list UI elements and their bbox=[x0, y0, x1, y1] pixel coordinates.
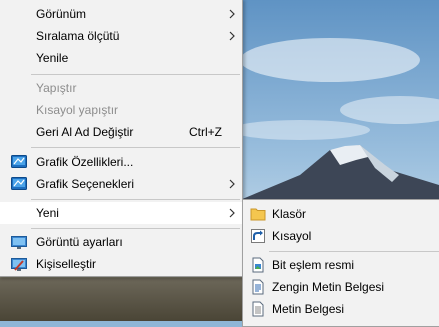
text-document-icon bbox=[252, 301, 264, 317]
chevron-right-icon bbox=[229, 179, 235, 189]
submenu-item-label: Bit eşlem resmi bbox=[272, 258, 355, 272]
submenu-item-label: Metin Belgesi bbox=[272, 302, 345, 316]
chevron-right-icon bbox=[229, 208, 235, 218]
desktop-context-menu: Görünüm Sıralama ölçütü Yenile Yapıştır … bbox=[0, 0, 243, 277]
intel-graphics-icon bbox=[11, 155, 27, 168]
menu-item-label: Kişiselleştir bbox=[36, 257, 97, 271]
submenu-item-text-document[interactable]: Metin Belgesi bbox=[243, 298, 439, 320]
shortcut-arrow-icon bbox=[251, 229, 265, 243]
menu-item-new[interactable]: Yeni bbox=[0, 202, 242, 224]
menu-item-label: Görüntü ayarları bbox=[36, 235, 123, 249]
menu-separator bbox=[31, 228, 240, 229]
menu-item-sort-by[interactable]: Sıralama ölçütü bbox=[0, 25, 242, 47]
chevron-right-icon bbox=[229, 31, 235, 41]
submenu-item-bitmap-image[interactable]: Bit eşlem resmi bbox=[243, 254, 439, 276]
submenu-item-rich-text-document[interactable]: Zengin Metin Belgesi bbox=[243, 276, 439, 298]
menu-separator bbox=[31, 74, 240, 75]
menu-item-label: Yapıştır bbox=[36, 81, 77, 95]
submenu-item-folder[interactable]: Klasör bbox=[243, 203, 439, 225]
folder-icon bbox=[250, 208, 266, 221]
menu-separator bbox=[269, 251, 439, 252]
menu-item-shortcut: Ctrl+Z bbox=[189, 125, 222, 139]
menu-item-label: Geri Al Ad Değiştir bbox=[36, 125, 134, 139]
display-settings-icon bbox=[11, 236, 27, 249]
menu-item-graphics-properties[interactable]: Grafik Özellikleri... bbox=[0, 151, 242, 173]
menu-item-personalize[interactable]: Kişiselleştir bbox=[0, 253, 242, 275]
menu-item-display-settings[interactable]: Görüntü ayarları bbox=[0, 231, 242, 253]
menu-item-view[interactable]: Görünüm bbox=[0, 3, 242, 25]
intel-graphics-icon bbox=[11, 177, 27, 190]
menu-item-graphics-options[interactable]: Grafik Seçenekleri bbox=[0, 173, 242, 195]
menu-item-label: Yenile bbox=[36, 51, 69, 65]
menu-item-undo-rename[interactable]: Geri Al Ad Değiştir Ctrl+Z bbox=[0, 121, 242, 143]
submenu-item-label: Klasör bbox=[272, 207, 307, 221]
menu-item-paste-shortcut[interactable]: Kısayol yapıştır bbox=[0, 99, 242, 121]
menu-item-label: Grafik Özellikleri... bbox=[36, 155, 134, 169]
menu-separator bbox=[31, 147, 240, 148]
menu-item-label: Görünüm bbox=[36, 7, 87, 21]
menu-item-label: Sıralama ölçütü bbox=[36, 29, 120, 43]
menu-separator bbox=[31, 199, 240, 200]
menu-item-label: Yeni bbox=[36, 206, 59, 220]
menu-item-paste[interactable]: Yapıştır bbox=[0, 77, 242, 99]
submenu-item-shortcut[interactable]: Kısayol bbox=[243, 225, 439, 247]
bitmap-image-icon bbox=[252, 257, 264, 273]
submenu-item-label: Kısayol bbox=[272, 229, 312, 243]
rich-text-document-icon bbox=[252, 279, 264, 295]
chevron-right-icon bbox=[229, 9, 235, 19]
submenu-item-label: Zengin Metin Belgesi bbox=[272, 280, 385, 294]
menu-item-label: Grafik Seçenekleri bbox=[36, 177, 135, 191]
personalize-icon bbox=[11, 258, 27, 271]
new-submenu: Klasör Kısayol Bit eşlem resmi Zengin Me… bbox=[242, 199, 439, 327]
menu-item-label: Kısayol yapıştır bbox=[36, 103, 119, 117]
menu-item-refresh[interactable]: Yenile bbox=[0, 47, 242, 69]
